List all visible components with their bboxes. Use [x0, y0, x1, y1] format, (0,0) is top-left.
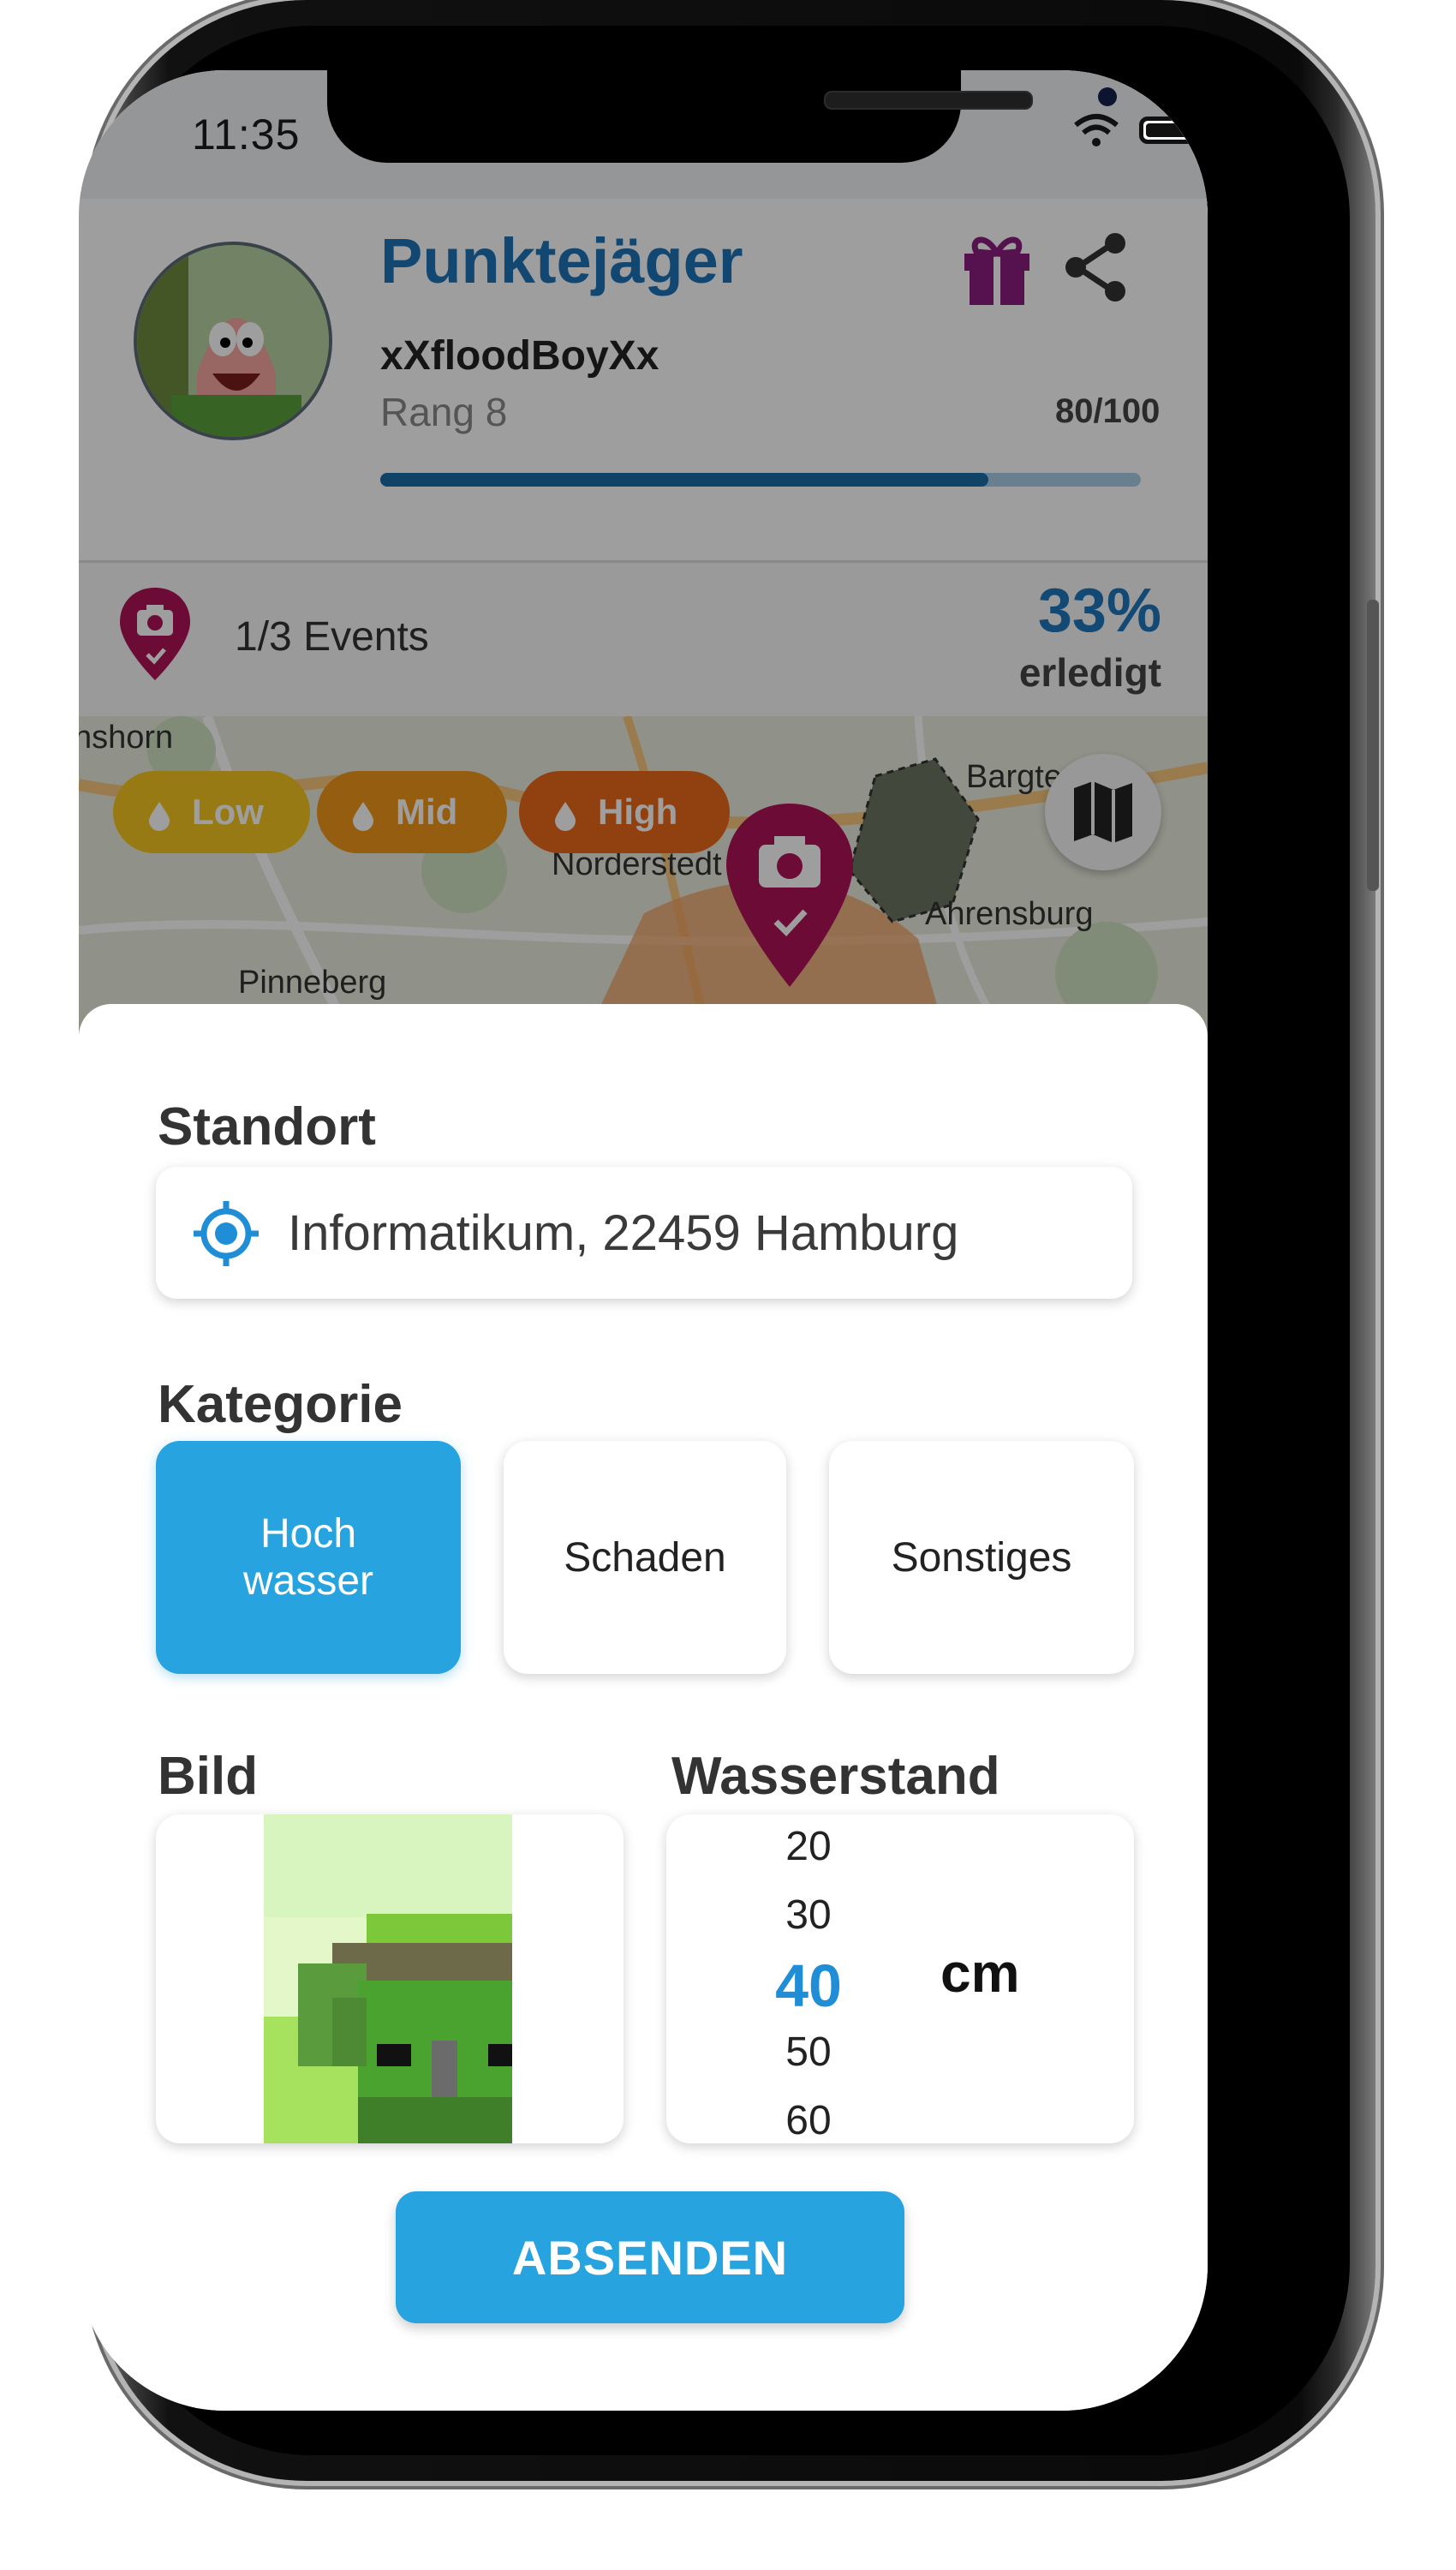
image-label: Bild — [158, 1747, 259, 1806]
location-field[interactable]: Informatikum, 22459 Hamburg — [156, 1167, 1132, 1299]
image-picker[interactable] — [156, 1814, 624, 2143]
category-flood-line2: wasser — [242, 1558, 374, 1604]
level-unit: cm — [940, 1942, 1020, 2004]
power-button — [1367, 600, 1379, 891]
uploaded-image — [264, 1814, 512, 2143]
category-other-label: Sonstiges — [891, 1534, 1072, 1581]
water-level-picker[interactable]: 20 30 40 50 60 cm — [666, 1814, 1134, 2143]
category-flood-line1: Hoch — [260, 1511, 357, 1557]
category-flood-label: Hoch wasser — [243, 1510, 373, 1605]
water-level-label: Wasserstand — [671, 1747, 1000, 1806]
category-label: Kategorie — [158, 1375, 403, 1434]
battery-icon — [1139, 117, 1197, 144]
category-other-button[interactable]: Sonstiges — [829, 1441, 1134, 1674]
location-value: Informatikum, 22459 Hamburg — [288, 1205, 959, 1261]
level-option[interactable]: 20 — [723, 1823, 894, 1870]
crosshair-icon — [194, 1201, 259, 1266]
category-damage-label: Schaden — [564, 1534, 726, 1581]
notch — [327, 70, 1117, 163]
level-option-selected[interactable]: 40 — [723, 1951, 894, 2020]
app-screen: Punktejäger xXfloodBoyXx Rang 8 80/100 1… — [79, 70, 1208, 2411]
level-option[interactable]: 60 — [723, 2097, 894, 2143]
status-time: 11:35 — [192, 111, 301, 158]
submit-button[interactable]: ABSENDEN — [396, 2191, 904, 2323]
category-flood-button[interactable]: Hoch wasser — [156, 1441, 461, 1674]
speaker — [824, 91, 1033, 110]
category-damage-button[interactable]: Schaden — [504, 1441, 786, 1674]
level-option[interactable]: 30 — [723, 1892, 894, 1939]
modal-overlay[interactable] — [79, 70, 1208, 1047]
location-label: Standort — [158, 1097, 376, 1156]
level-option[interactable]: 50 — [723, 2029, 894, 2076]
wifi-icon — [1074, 114, 1119, 146]
front-camera — [1098, 87, 1117, 106]
